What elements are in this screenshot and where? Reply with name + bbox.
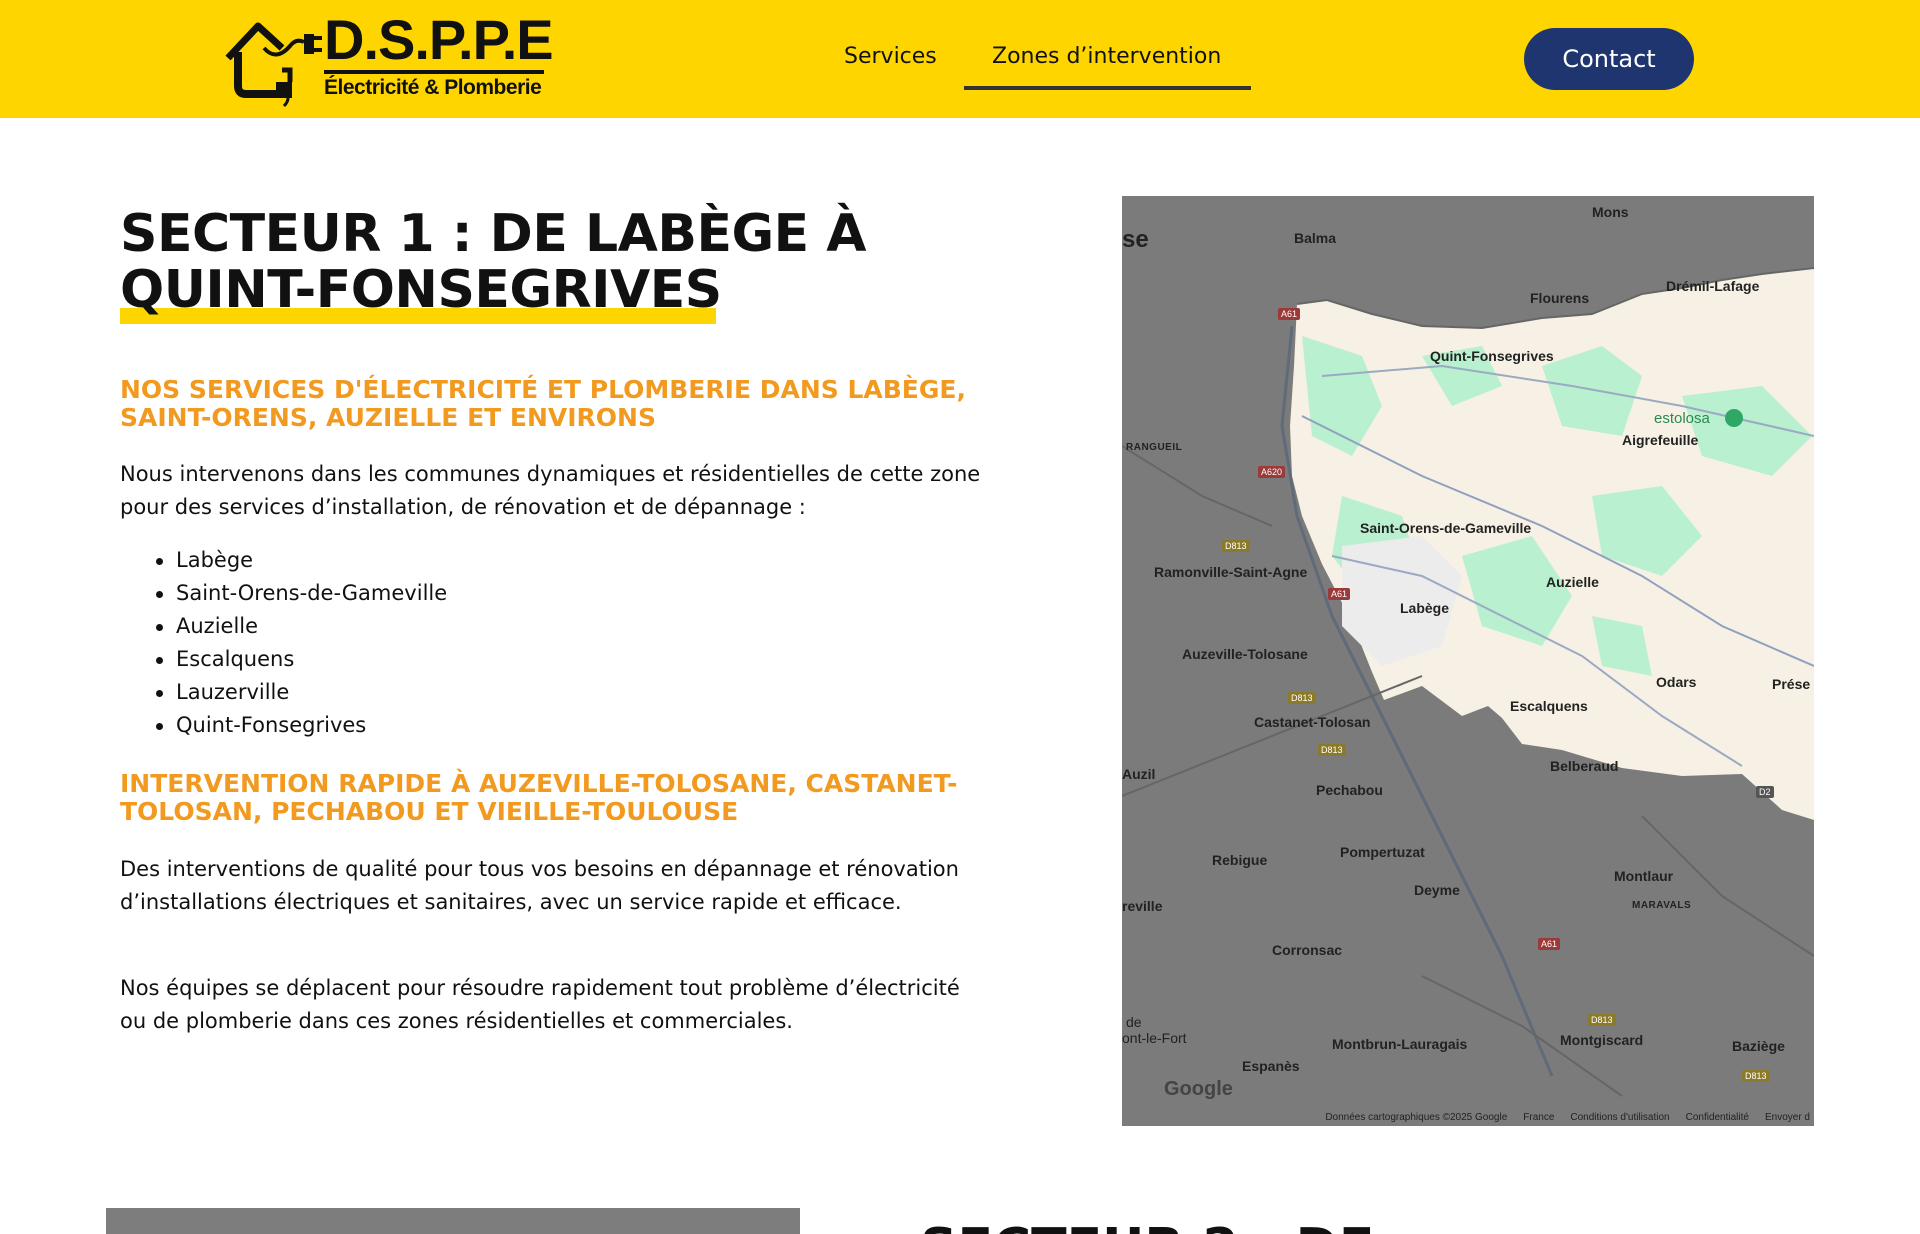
map-label-aigrefeuille: Aigrefeuille <box>1622 432 1699 448</box>
section-subheading-intervention: INTERVENTION RAPIDE À AUZEVILLE-TOLOSANE… <box>120 769 958 826</box>
embedded-map-2[interactable] <box>106 1208 800 1234</box>
intro-paragraph: Nous intervenons dans les communes dynam… <box>120 462 981 519</box>
map-label-ramonville: Ramonville-Saint-Agne <box>1154 564 1308 580</box>
map-label-montgiscard: Montgiscard <box>1560 1032 1644 1048</box>
logo-rule <box>324 70 544 74</box>
logo-subtitle: Électricité & Plomberie <box>324 76 542 99</box>
map-label-corronsac: Corronsac <box>1272 942 1343 958</box>
map-label-auzil: Auzil <box>1122 766 1156 782</box>
site-logo[interactable]: D.S.P.P.E Électricité & Plomberie <box>224 8 554 108</box>
page-title-line-1: SECTEUR 1 : DE LABÈGE À <box>120 204 867 264</box>
map-country-link[interactable]: France <box>1523 1112 1554 1123</box>
map-data-credit: Données cartographiques ©2025 Google <box>1325 1111 1508 1123</box>
list-item: Labège <box>156 544 447 577</box>
map-label-belberaud: Belberaud <box>1550 758 1619 774</box>
section-subheading-services: NOS SERVICES D'ÉLECTRICITÉ ET PLOMBERIE … <box>120 375 966 432</box>
nav-zones-intervention[interactable]: Zones d’intervention <box>992 44 1221 69</box>
map-label-odars: Odars <box>1656 674 1697 690</box>
map-label-flourens: Flourens <box>1530 290 1590 306</box>
map-label-castanet: Castanet-Tolosan <box>1254 714 1371 730</box>
road-tag-a61: A61 <box>1278 308 1301 320</box>
page-title-line-2: QUINT-FONSEGRIVES <box>120 260 722 320</box>
nav-active-underline <box>964 86 1251 90</box>
contact-button[interactable]: Contact <box>1524 28 1694 90</box>
map-label-escalquens: Escalquens <box>1510 698 1588 714</box>
teams-paragraph: Nos équipes se déplacent pour résoudre r… <box>120 976 960 1033</box>
list-item: Escalquens <box>156 643 447 676</box>
nav-services[interactable]: Services <box>844 44 937 69</box>
map-label-montlaur: Montlaur <box>1614 868 1674 884</box>
map-footer: Données cartographiques ©2025 Google Fra… <box>1122 1108 1814 1126</box>
map-label-rangueil: RANGUEIL <box>1126 442 1183 453</box>
map-label-dremil: Drémil-Lafage <box>1666 278 1760 294</box>
map-terms-link[interactable]: Conditions d'utilisation <box>1570 1112 1669 1123</box>
map-label-auzeville: Auzeville-Tolosane <box>1182 646 1308 662</box>
road-tag-d813: D813 <box>1288 692 1316 704</box>
map-label-quint: Quint-Fonsegrives <box>1430 348 1554 364</box>
map-label-pompertuzat: Pompertuzat <box>1340 844 1425 860</box>
map-label-deyme: Deyme <box>1414 882 1460 898</box>
map-label-se: se <box>1122 226 1149 253</box>
intervention-paragraph: Des interventions de qualité pour tous v… <box>120 857 959 914</box>
map-send-link[interactable]: Envoyer d <box>1765 1112 1810 1123</box>
map-label-rebigue: Rebigue <box>1212 852 1268 868</box>
road-tag-a620: A620 <box>1258 466 1286 478</box>
map-label-estolosa: estolosa <box>1654 410 1710 427</box>
house-plug-faucet-icon <box>225 22 322 108</box>
list-item: Lauzerville <box>156 676 447 709</box>
map-label-baziege: Baziège <box>1732 1038 1785 1054</box>
embedded-map[interactable]: Mons se Balma Flourens Drémil-Lafage Qui… <box>1122 196 1814 1126</box>
map-label-auzielle: Auzielle <box>1546 574 1599 590</box>
map-label-maravals: MARAVALS <box>1632 900 1692 911</box>
road-tag-d813: D813 <box>1318 744 1346 756</box>
page-title: SECTEUR 1 : DE LABÈGE À QUINT-FONSEGRIVE… <box>120 206 920 318</box>
road-tag-a61: A61 <box>1328 588 1351 600</box>
google-logo: Google <box>1164 1078 1233 1100</box>
list-item: Quint-Fonsegrives <box>156 709 447 742</box>
list-item: Saint-Orens-de-Gameville <box>156 577 447 610</box>
road-tag-d813: D813 <box>1742 1070 1770 1082</box>
map-privacy-link[interactable]: Confidentialité <box>1686 1112 1749 1123</box>
map-label-de: de <box>1126 1014 1142 1030</box>
road-tag-d813: D813 <box>1222 540 1250 552</box>
map-label-montbrun: Montbrun-Lauragais <box>1332 1036 1468 1052</box>
map-label-balma: Balma <box>1294 230 1337 246</box>
map-label-prese: Prése <box>1772 676 1811 692</box>
map-label-reville: reville <box>1122 898 1163 914</box>
map-label-espanes: Espanès <box>1242 1058 1300 1074</box>
road-tag-d2: D2 <box>1756 786 1774 798</box>
map-label-pechabou: Pechabou <box>1316 782 1383 798</box>
map-label-mons: Mons <box>1592 204 1629 220</box>
map-label-ont-le-fort: ont-le-Fort <box>1122 1030 1187 1046</box>
road-tag-d813: D813 <box>1588 1014 1616 1026</box>
site-header: D.S.P.P.E Électricité & Plomberie Servic… <box>0 0 1920 118</box>
logo-title: D.S.P.P.E <box>324 8 554 71</box>
next-section-title: SECTEUR 2 : DE <box>920 1218 1374 1234</box>
map-label-saint-orens: Saint-Orens-de-Gameville <box>1360 520 1532 536</box>
commune-list: Labège Saint-Orens-de-Gameville Auzielle… <box>156 544 447 742</box>
road-tag-a61: A61 <box>1538 938 1561 950</box>
map-label-labege: Labège <box>1400 600 1450 616</box>
list-item: Auzielle <box>156 610 447 643</box>
